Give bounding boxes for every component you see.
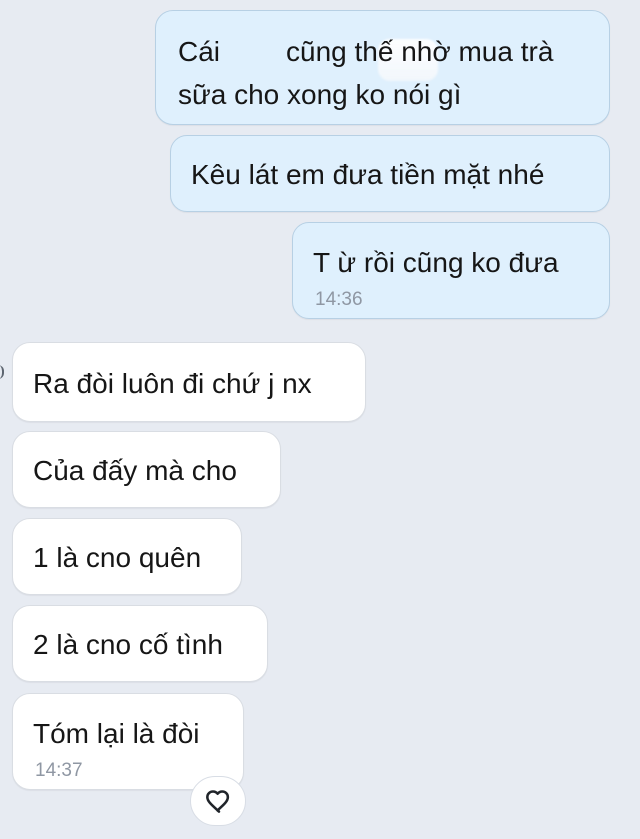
message-timestamp: 14:37 bbox=[35, 760, 83, 781]
message-text: Ra đòi luôn đi chứ j nx bbox=[33, 368, 312, 399]
message-bubble-incoming-3[interactable]: 1 là cno quên bbox=[12, 518, 242, 595]
message-bubble-incoming-4[interactable]: 2 là cno cố tình bbox=[12, 605, 268, 682]
message-bubble-incoming-2[interactable]: Của đấy mà cho bbox=[12, 431, 281, 508]
message-bubble-outgoing-3[interactable]: T ừ rồi cũng ko đưa 14:36 bbox=[292, 222, 610, 319]
avatar-edge bbox=[0, 365, 4, 379]
message-bubble-incoming-5[interactable]: Tóm lại là đòi 14:37 bbox=[12, 693, 244, 790]
message-bubble-incoming-1[interactable]: Ra đòi luôn đi chứ j nx bbox=[12, 342, 366, 422]
reaction-button[interactable] bbox=[190, 776, 246, 826]
message-text: 2 là cno cố tình bbox=[33, 629, 223, 660]
message-text: T ừ rồi cũng ko đưa bbox=[313, 247, 559, 278]
heart-icon bbox=[206, 790, 230, 813]
message-text: cũng thế nhờ mua trà bbox=[286, 36, 554, 67]
message-text: Cái bbox=[178, 36, 221, 67]
message-text: Của đấy mà cho bbox=[33, 455, 237, 486]
message-text: Kêu lát em đưa tiền mặt nhé bbox=[191, 159, 545, 190]
message-text: sữa cho xong ko nói gì bbox=[178, 79, 462, 110]
message-text: 1 là cno quên bbox=[33, 542, 202, 573]
message-bubble-outgoing-1[interactable]: Cái cũng thế nhờ mua trà sữa cho xong ko… bbox=[155, 10, 610, 125]
message-text: Tóm lại là đòi bbox=[33, 718, 200, 749]
message-bubble-outgoing-2[interactable]: Kêu lát em đưa tiền mặt nhé bbox=[170, 135, 610, 212]
message-timestamp: 14:36 bbox=[315, 289, 363, 310]
